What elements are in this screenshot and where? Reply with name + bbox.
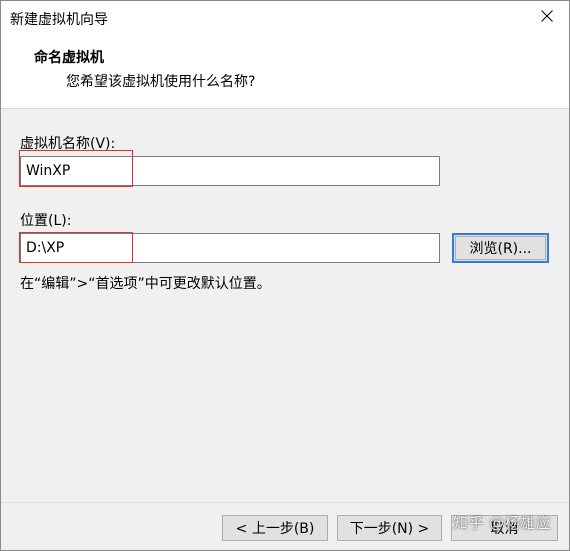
vm-name-input[interactable] bbox=[21, 157, 439, 185]
window-title: 新建虚拟机向导 bbox=[10, 12, 108, 28]
next-button[interactable]: 下一步(N) > bbox=[337, 515, 442, 541]
wizard-window: 新建虚拟机向导 命名虚拟机 您希望该虚拟机使用什么名称? 虚拟机名称(V): 位… bbox=[0, 0, 570, 551]
vm-name-label: 虚拟机名称(V): bbox=[20, 136, 116, 152]
vm-name-field[interactable] bbox=[20, 156, 440, 186]
browse-button-label: 浏览(R)... bbox=[455, 236, 546, 260]
default-location-hint: 在“编辑”>“首选项”中可更改默认位置。 bbox=[20, 276, 271, 292]
title-bar: 新建虚拟机向导 bbox=[1, 1, 569, 31]
location-input[interactable] bbox=[21, 234, 439, 262]
step-title: 命名虚拟机 bbox=[34, 50, 104, 66]
close-icon bbox=[541, 10, 553, 22]
footer-divider bbox=[1, 502, 569, 503]
back-button[interactable]: < 上一步(B) bbox=[222, 515, 328, 541]
location-label: 位置(L): bbox=[20, 213, 72, 229]
step-subtitle: 您希望该虚拟机使用什么名称? bbox=[66, 74, 256, 90]
close-button[interactable] bbox=[525, 1, 569, 31]
browse-button[interactable]: 浏览(R)... bbox=[452, 233, 549, 263]
cancel-button[interactable]: 取消 bbox=[451, 515, 558, 541]
wizard-header: 命名虚拟机 您希望该虚拟机使用什么名称? bbox=[1, 31, 569, 109]
location-field[interactable] bbox=[20, 233, 440, 263]
